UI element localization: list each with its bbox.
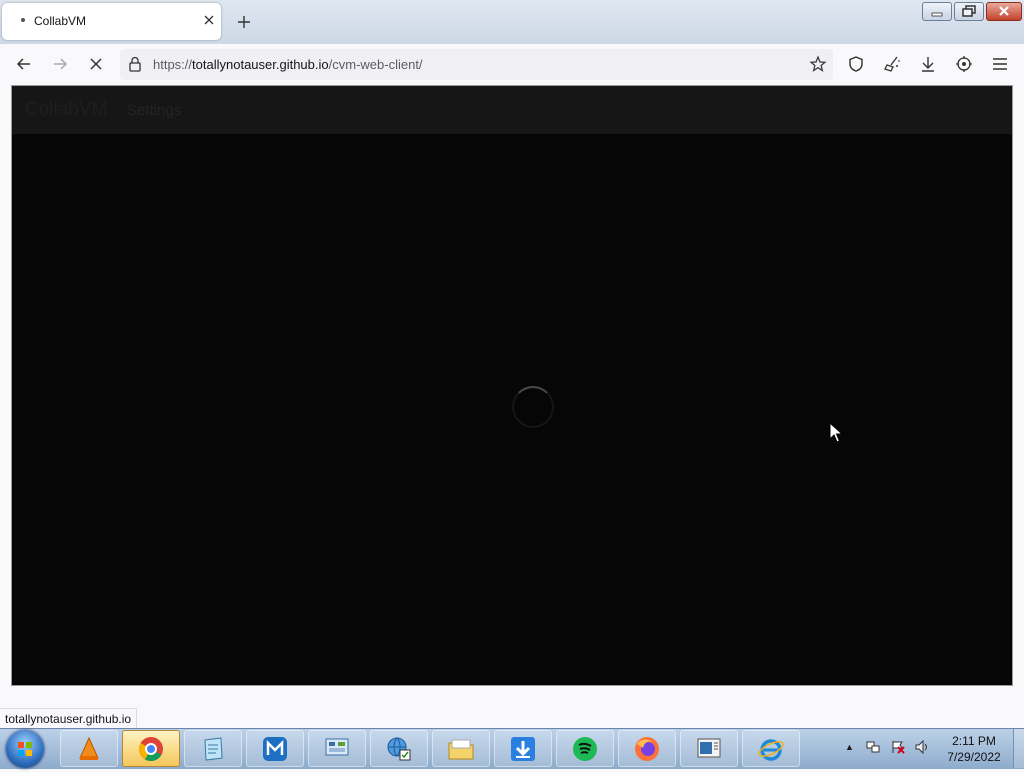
download-manager-icon — [511, 737, 535, 761]
close-window-icon — [999, 6, 1009, 16]
taskbar-file-explorer[interactable] — [432, 730, 490, 767]
clock-time: 2:11 PM — [952, 734, 996, 748]
url-text[interactable]: https://totallynotauser.github.io/cvm-we… — [153, 57, 423, 72]
file-explorer-icon — [448, 739, 474, 760]
forward-icon[interactable] — [50, 54, 70, 74]
brand-link[interactable]: CollabVM — [25, 99, 107, 121]
close-window-button[interactable] — [986, 2, 1022, 21]
control-panel-icon — [325, 738, 349, 756]
url-path: /cvm-web-client/ — [328, 57, 423, 72]
taskbar-network[interactable] — [370, 730, 428, 767]
taskbar-vlc[interactable] — [60, 730, 118, 767]
maxthon-icon — [263, 737, 287, 761]
taskbar-internet-explorer[interactable] — [742, 730, 800, 767]
new-tab-icon[interactable] — [235, 13, 253, 31]
show-desktop-button[interactable] — [1013, 729, 1024, 768]
restore-button[interactable] — [954, 2, 984, 21]
page-viewport: CollabVM Settings — [11, 85, 1013, 686]
back-icon[interactable] — [14, 54, 34, 74]
address-bar[interactable]: https://totallynotauser.github.io/cvm-we… — [120, 49, 833, 80]
notepad-icon — [204, 737, 223, 761]
app-navbar: CollabVM Settings — [12, 86, 1012, 134]
network-icon — [387, 737, 411, 761]
internet-explorer-icon — [758, 739, 784, 761]
taskbar-download-manager[interactable] — [494, 730, 552, 767]
taskbar-maxthon[interactable] — [246, 730, 304, 767]
action-center-flag-icon[interactable] — [891, 740, 905, 754]
loading-spinner-icon — [512, 386, 554, 428]
settings-link[interactable]: Settings — [127, 102, 181, 119]
browser-titlebar: CollabVM — [0, 0, 1024, 44]
shield-icon[interactable] — [846, 54, 866, 74]
loading-indicator-icon — [21, 18, 25, 22]
menu-icon[interactable] — [990, 54, 1010, 74]
sweep-icon[interactable] — [882, 54, 902, 74]
extensions-icon[interactable] — [954, 54, 974, 74]
tab-collabvm[interactable]: CollabVM — [2, 3, 221, 40]
taskbar-firefox[interactable] — [618, 730, 676, 767]
windows-logo-icon — [18, 742, 32, 756]
volume-icon[interactable] — [915, 740, 929, 754]
minimize-button[interactable] — [922, 2, 952, 21]
taskbar-spotify[interactable] — [556, 730, 614, 767]
taskbar-clock[interactable]: 2:11 PM 7/29/2022 — [936, 733, 1012, 765]
restore-icon — [962, 5, 976, 17]
stop-loading-icon[interactable] — [86, 54, 106, 74]
clock-date: 7/29/2022 — [947, 750, 1001, 764]
lock-icon[interactable] — [126, 55, 144, 73]
taskbar-notepad[interactable] — [184, 730, 242, 767]
start-button[interactable] — [6, 730, 44, 768]
url-scheme: https:// — [153, 57, 193, 72]
page-bottom-area — [0, 686, 1024, 728]
url-host: totallynotauser.github.io — [192, 57, 329, 72]
firefox-icon — [635, 737, 659, 761]
taskbar-remote-desktop[interactable] — [680, 730, 738, 767]
downloads-icon[interactable] — [918, 54, 938, 74]
tab-title: CollabVM — [34, 14, 87, 28]
bookmark-star-icon[interactable] — [809, 55, 827, 73]
taskbar-chrome[interactable] — [122, 730, 180, 767]
tray-network-icon[interactable] — [866, 740, 880, 754]
remote-desktop-icon — [697, 738, 721, 758]
minimize-icon — [931, 12, 943, 17]
vlc-icon — [79, 736, 99, 760]
mouse-cursor-icon — [829, 422, 843, 443]
spotify-icon — [573, 737, 597, 761]
chrome-icon — [138, 737, 163, 762]
show-hidden-icons-icon[interactable]: ▲ — [845, 742, 854, 752]
status-link-preview: totallynotauser.github.io — [0, 708, 138, 729]
browser-navbar: https://totallynotauser.github.io/cvm-we… — [0, 44, 1024, 85]
close-tab-icon[interactable] — [200, 11, 218, 29]
window-controls — [922, 2, 1022, 21]
taskbar-control-panel[interactable] — [308, 730, 366, 767]
